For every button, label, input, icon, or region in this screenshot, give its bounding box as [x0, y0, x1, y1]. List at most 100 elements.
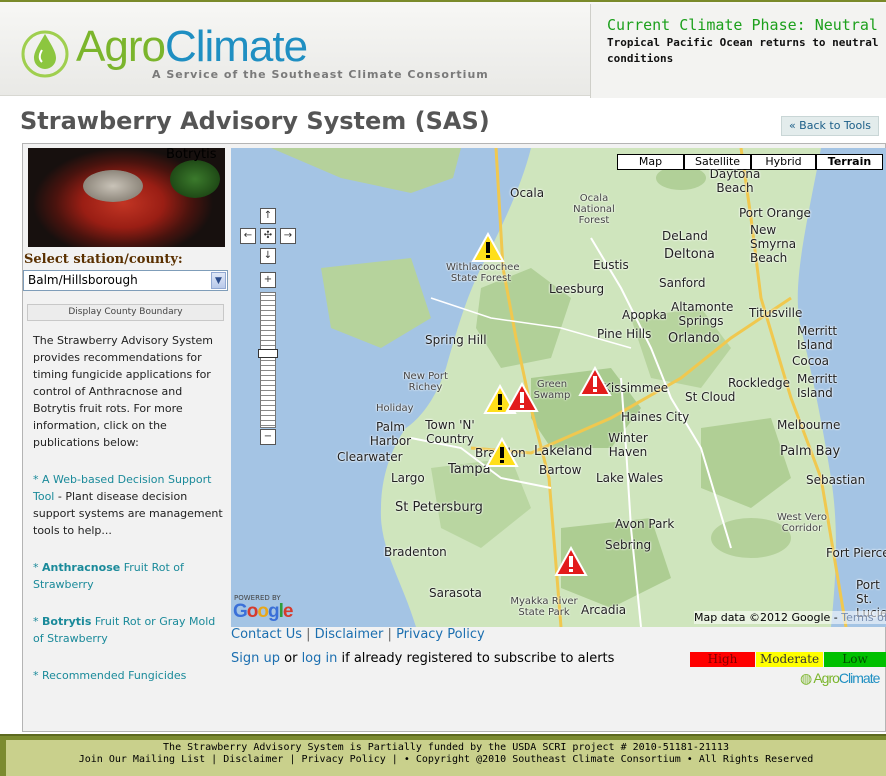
climate-phase-box: Current Climate Phase: Neutral Tropical … [590, 4, 886, 98]
pan-up-icon[interactable]: ↑ [260, 208, 276, 224]
map-label: New Smyrna Beach [750, 223, 797, 265]
map-label: Sanford [659, 276, 706, 290]
zoom-in-icon[interactable]: + [260, 272, 276, 288]
privacy-policy-link[interactable]: Privacy Policy [396, 627, 485, 642]
publication-bullet: * [33, 669, 42, 682]
strawberry-leaves [170, 160, 220, 198]
map-label: Lakeland [534, 444, 593, 459]
map-type-terrain[interactable]: Terrain [816, 154, 883, 170]
map-label: Spring Hill [425, 333, 487, 347]
publication-link-fungicides[interactable]: Recommended Fungicides [42, 669, 186, 682]
map-label: Ocala [510, 186, 545, 200]
high-risk-warning-icon[interactable] [578, 366, 612, 398]
publication-link-anthracnose-bold[interactable]: Anthracnose [42, 561, 120, 574]
zoom-slider-handle[interactable] [258, 349, 278, 358]
sign-up-link[interactable]: Sign up [231, 651, 280, 666]
map-label: Sarasota [429, 586, 482, 600]
gray-mold-patch [83, 170, 143, 202]
google-logo[interactable]: Google [233, 601, 294, 623]
terrain-map[interactable]: Map Satellite Hybrid Terrain Ocala Ocala… [231, 148, 886, 627]
contact-us-link[interactable]: Contact Us [231, 627, 302, 642]
map-label: Merritt Island [797, 372, 838, 400]
publication-item-botrytis: * Botrytis Fruit Rot or Gray Mold of Str… [33, 613, 223, 647]
disclaimer-link[interactable]: Disclaimer [315, 627, 384, 642]
terms-of-use-link[interactable]: Terms of Use [841, 611, 886, 624]
publication-link-botrytis-bold[interactable]: Botrytis [42, 615, 91, 628]
risk-legend: High Moderate Low [690, 652, 886, 667]
signup-rest-text: if already registered to subscribe to al… [337, 651, 615, 666]
map-label: Bradenton [384, 545, 447, 559]
map-label: Largo [391, 471, 425, 485]
signup-or-text: or [279, 651, 302, 666]
map-type-map[interactable]: Map [617, 154, 684, 170]
agroclimate-small-logo: ◍ AgroClimate [800, 670, 880, 686]
moderate-risk-warning-icon[interactable] [471, 232, 505, 264]
google-letter: G [233, 601, 248, 622]
map-label: Apopka [622, 308, 667, 322]
publication-bullet: * [33, 615, 42, 628]
map-label: Kissimmee [603, 381, 669, 395]
google-letter: o [257, 601, 269, 622]
map-label: Clearwater [337, 450, 403, 464]
map-label: Titusville [749, 306, 803, 320]
map-label: Fort Pierce [826, 546, 886, 560]
publication-description: - Plant disease decision support systems… [33, 490, 223, 537]
map-label: Withlacoochee State Forest [446, 262, 520, 284]
intro-text: The Strawberry Advisory System provides … [33, 334, 214, 449]
page-title: Strawberry Advisory System (SAS) [20, 107, 490, 135]
map-label: Bartow [539, 463, 582, 477]
zoom-out-icon[interactable]: − [260, 429, 276, 445]
pan-left-icon[interactable]: ← [240, 228, 256, 244]
pan-center-icon[interactable]: ✣ [260, 228, 276, 244]
map-label: Sebring [605, 538, 652, 552]
map-label: Town 'N' Country [425, 418, 475, 446]
map-label: Arcadia [581, 603, 627, 617]
logo-subtitle: A Service of the Southeast Climate Conso… [152, 68, 489, 81]
map-label: Pine Hills [597, 327, 652, 341]
map-credit-text: Map data ©2012 Google - [694, 611, 842, 624]
climate-phase-title[interactable]: Current Climate Phase: Neutral [607, 16, 878, 34]
map-label: Cocoa [792, 354, 830, 368]
google-letter: o [246, 601, 259, 622]
footer-links-copyright[interactable]: Join Our Mailing List | Disclaimer | Pri… [6, 754, 886, 765]
map-label: DeLand [662, 229, 708, 243]
back-to-tools-button[interactable]: « Back to Tools [781, 116, 879, 136]
map-label: Eustis [593, 258, 629, 272]
chevron-down-icon[interactable]: ▼ [211, 272, 226, 289]
high-risk-warning-icon[interactable] [554, 546, 588, 578]
map-label: St Cloud [685, 390, 736, 404]
google-letter: e [282, 601, 294, 622]
station-select-label: Select station/county: [24, 252, 183, 267]
map-label: Palm Bay [780, 444, 841, 459]
log-in-link[interactable]: log in [302, 651, 338, 666]
station-select[interactable]: Balm/Hillsborough ▼ [23, 270, 228, 291]
pan-down-icon[interactable]: ↓ [260, 248, 276, 264]
map-label: Melbourne [777, 418, 841, 432]
disease-photo-label: Botrytis [166, 147, 217, 162]
legend-moderate: Moderate [756, 652, 823, 667]
publication-item-decision-tool: * A Web-based Decision Support Tool - Pl… [33, 471, 223, 539]
moderate-risk-warning-icon[interactable] [485, 437, 519, 469]
water-drop-icon [21, 30, 69, 78]
map-label: Winter Haven [608, 431, 648, 459]
high-risk-warning-icon[interactable] [505, 382, 539, 414]
pan-right-icon[interactable]: → [280, 228, 296, 244]
map-label: Daytona Beach [709, 167, 761, 195]
map-data-credit: Map data ©2012 Google - Terms of Use [694, 611, 886, 624]
publication-item-fungicides: * Recommended Fungicides [33, 667, 223, 684]
map-label: Deltona [664, 247, 715, 262]
map-label: Haines City [621, 410, 690, 424]
legend-low: Low [824, 652, 886, 667]
zoom-slider-track[interactable] [260, 292, 276, 428]
map-label: Holiday [376, 403, 414, 414]
map-label: St Petersburg [395, 500, 483, 515]
map-label: Avon Park [615, 517, 675, 531]
site-header: AgroClimate A Service of the Southeast C… [0, 2, 886, 98]
map-label: Leesburg [549, 282, 605, 296]
agroclimate-logo[interactable]: AgroClimate A Service of the Southeast C… [18, 16, 488, 86]
display-county-boundary-button[interactable]: Display County Boundary [27, 304, 224, 321]
map-label: Palm Harbor [369, 420, 412, 448]
link-separator: | [383, 627, 397, 642]
map-label: Sebastian [806, 473, 866, 487]
map-label: Lake Wales [596, 471, 664, 485]
